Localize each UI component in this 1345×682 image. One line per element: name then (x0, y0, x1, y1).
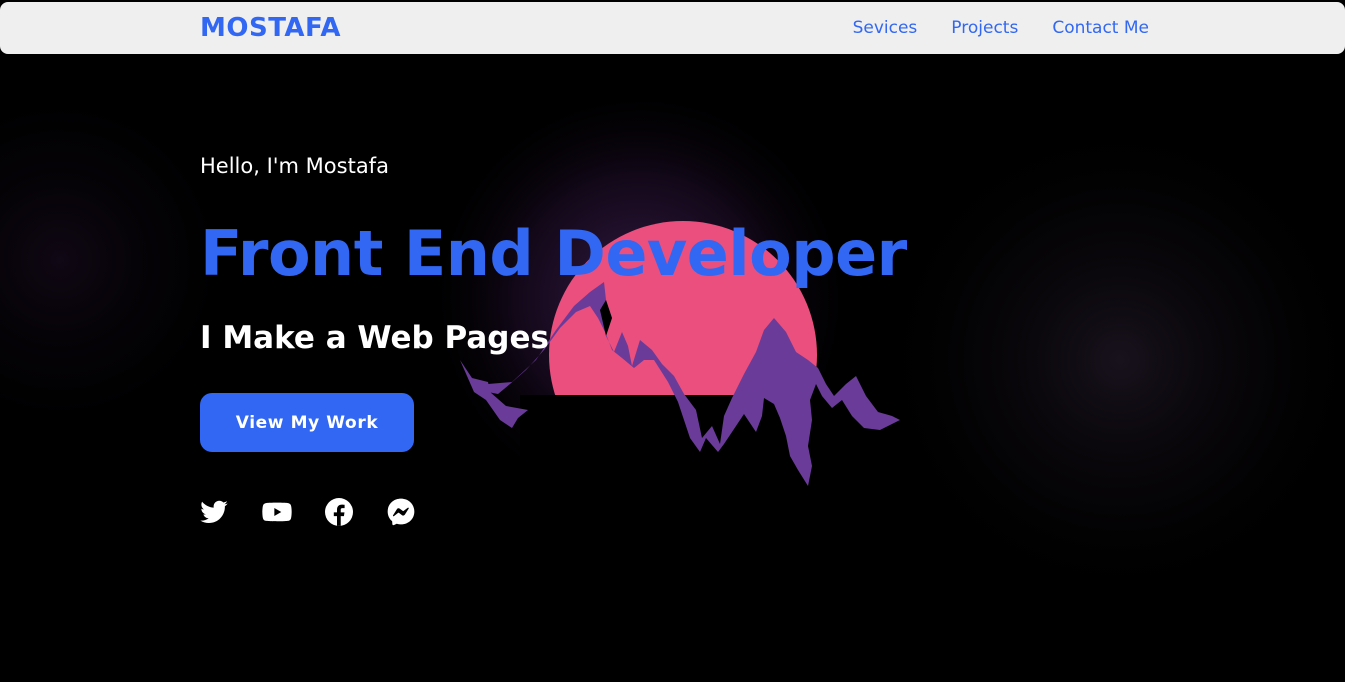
youtube-icon[interactable] (261, 496, 293, 528)
nav-link-services[interactable]: Sevices (853, 18, 918, 38)
navbar: MOSTAFA Sevices Projects Contact Me (0, 2, 1345, 54)
social-links (199, 496, 417, 528)
page: MOSTAFA Sevices Projects Contact Me Hell… (0, 0, 1345, 682)
nav-link-contact[interactable]: Contact Me (1052, 18, 1149, 38)
nav-item-projects: Projects (951, 18, 1018, 38)
nav-links: Sevices Projects Contact Me (853, 2, 1149, 54)
messenger-icon[interactable] (385, 496, 417, 528)
facebook-icon[interactable] (323, 496, 355, 528)
view-my-work-button[interactable]: View My Work (200, 393, 414, 452)
hero-subhead: I Make a Web Pages (200, 320, 549, 356)
nav-item-contact: Contact Me (1052, 18, 1149, 38)
twitter-icon[interactable] (199, 496, 231, 528)
nav-item-services: Sevices (853, 18, 918, 38)
hero-greeting: Hello, I'm Mostafa (200, 154, 389, 178)
nav-link-projects[interactable]: Projects (951, 18, 1018, 38)
brand-logo[interactable]: MOSTAFA (200, 11, 341, 45)
hero-headline: Front End Developer (200, 217, 907, 290)
